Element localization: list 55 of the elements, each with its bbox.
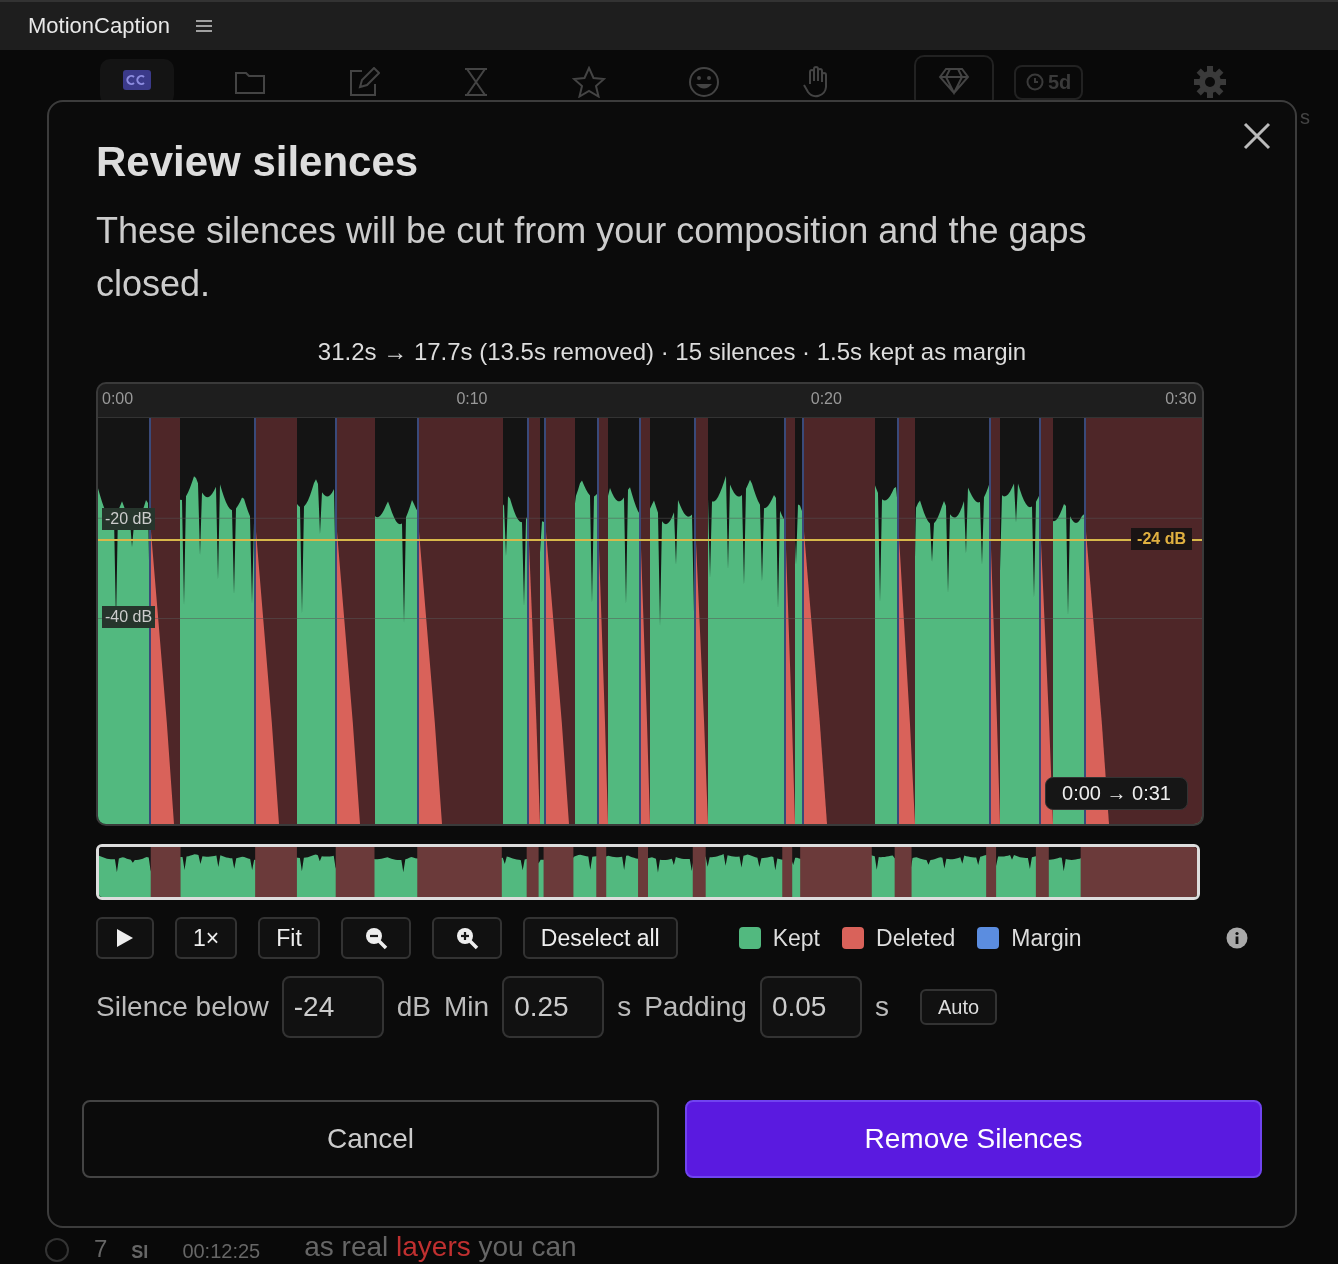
db-label: -20 dB [102, 508, 156, 530]
legend-label: Kept [772, 924, 820, 952]
edit-icon[interactable] [348, 67, 380, 97]
remove-silences-button[interactable]: Remove Silences [685, 1100, 1262, 1178]
db-label: -40 dB [102, 606, 156, 628]
legend-label: Deleted [876, 924, 956, 952]
padding-label: Padding [644, 991, 747, 1023]
threshold-line[interactable] [98, 539, 1202, 541]
diamond-icon [938, 67, 970, 95]
hourglass-icon[interactable] [462, 67, 490, 97]
clock-icon [1026, 73, 1044, 91]
tick-label: 0:00 [102, 390, 134, 408]
timecode: 00:12:25 [182, 1239, 261, 1263]
auto-button[interactable]: Auto [919, 989, 998, 1025]
app-title: MotionCaption [28, 13, 170, 39]
radio-icon [44, 1237, 70, 1263]
min-label: Min [444, 991, 490, 1023]
legend-label: Margin [1011, 924, 1082, 952]
menu-icon[interactable] [195, 20, 212, 32]
min-field[interactable]: 0.25 [502, 976, 605, 1038]
tick-label: 0:20 [810, 390, 842, 408]
tick-label: 0:10 [456, 390, 488, 408]
play-icon [116, 928, 134, 948]
range-label: 0:00 → 0:31 [1045, 777, 1188, 810]
side-label: s [1300, 106, 1310, 129]
cc-icon [122, 69, 152, 91]
unit-label: s [617, 991, 632, 1023]
dialog-title: Review silences [96, 138, 420, 186]
dialog-description: These silences will be cut from your composition and the gaps closed. [96, 209, 1088, 306]
zoom-out-button[interactable] [340, 917, 411, 959]
unit-label: dB [396, 991, 432, 1023]
speaker-label: SI [131, 1241, 149, 1263]
toolbar-button[interactable]: Deselect all [522, 917, 678, 959]
info-icon[interactable] [1226, 927, 1248, 949]
cancel-button[interactable]: Cancel [82, 1100, 659, 1178]
waveform-panel[interactable]: 0:00 0:10 0:20 0:30 -20 dB -40 dB -24 dB 0:00 → 0:31 [96, 382, 1204, 826]
zoom-in-button[interactable] [431, 917, 502, 959]
folder-icon[interactable] [234, 69, 266, 95]
zoom-in-icon [454, 926, 479, 950]
unit-label: s [874, 991, 889, 1023]
close-icon[interactable] [1243, 122, 1271, 150]
padding-field[interactable]: 0.05 [759, 976, 862, 1038]
tick-label: 0:30 [1165, 390, 1197, 408]
caption-text: as real layers you can [304, 1231, 577, 1263]
zoom-out-icon [363, 926, 388, 950]
play-button[interactable] [96, 917, 154, 959]
summary-text: 31.2s → 17.7s (13.5s removed) · 15 silences · 1.5s kept as margin [316, 338, 1028, 366]
threshold-label: -24 dB [1131, 528, 1192, 550]
toolbar-button[interactable]: Fit [258, 917, 320, 959]
smiley-icon[interactable] [688, 66, 720, 98]
toolbar-button[interactable]: 1× [175, 917, 238, 959]
threshold-field[interactable]: -24 [281, 976, 384, 1038]
threshold-label-text: Silence below [96, 991, 269, 1023]
row-number: 7 [94, 1235, 108, 1263]
star-icon[interactable] [572, 66, 606, 98]
